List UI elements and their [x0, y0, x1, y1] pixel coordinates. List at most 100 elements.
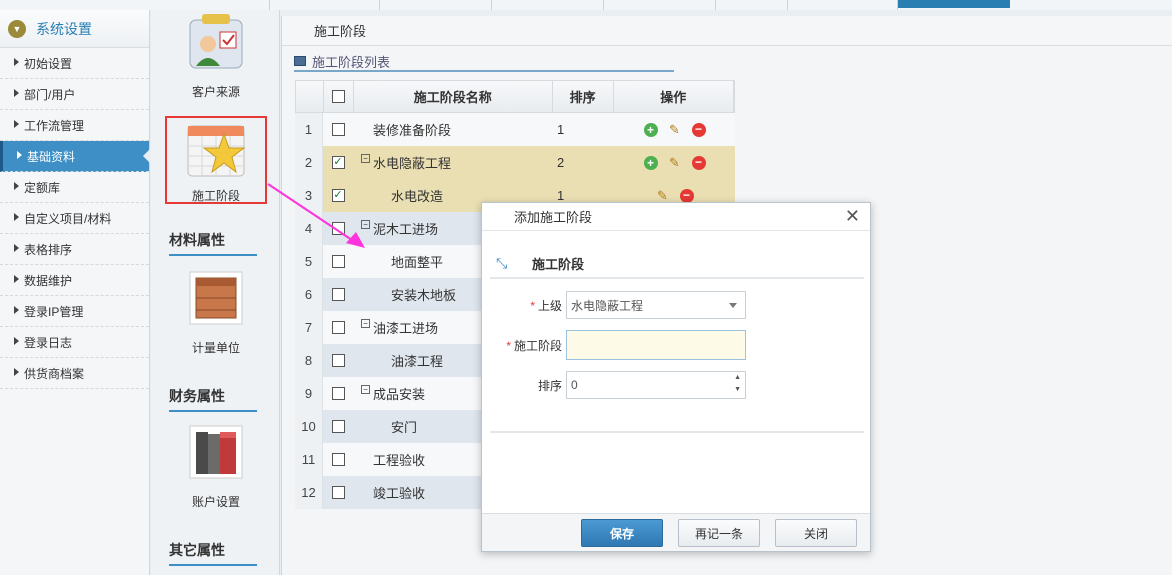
row-name: 地面整平	[391, 255, 444, 270]
sidebar-item-label: 初始设置	[24, 56, 73, 71]
row-checkbox[interactable]: ✓	[331, 156, 345, 169]
caret-right-icon	[14, 275, 19, 283]
row-checkbox[interactable]	[331, 123, 345, 136]
customer-source-item[interactable]: 客户来源	[181, 10, 251, 100]
unit-item[interactable]: 计量单位	[181, 266, 251, 356]
dialog-section: ⤡ 施工阶段	[490, 249, 864, 279]
list-title: 施工阶段列表	[294, 52, 674, 72]
edit-icon[interactable]: ✎	[668, 155, 682, 170]
row-checkbox-cell	[323, 377, 353, 410]
parent-row: * 上级 水电隐蔽工程	[490, 291, 746, 319]
sidebar: ▼ 系统设置 初始设置部门/用户工作流管理基础资料 定额库 自定义项目/材料 表格排序…	[0, 10, 150, 575]
row-checkbox[interactable]	[331, 321, 345, 334]
spin-up-icon[interactable]: ▲	[734, 374, 741, 382]
parent-value: 水电隐蔽工程	[571, 298, 644, 313]
close-icon[interactable]: ✕	[845, 207, 860, 225]
sidebar-item-9[interactable]: 登录日志	[0, 327, 149, 358]
top-tab-3[interactable]	[380, 0, 492, 10]
add-icon[interactable]: +	[643, 155, 658, 170]
sidebar-item-10[interactable]: 供货商档案	[0, 358, 149, 389]
top-tab-5[interactable]	[604, 0, 716, 10]
sidebar-item-1[interactable]: 部门/用户	[0, 79, 149, 110]
dialog-title: 添加施工阶段	[514, 210, 593, 225]
collapse-toggle-icon[interactable]: −	[361, 154, 370, 163]
save-another-button[interactable]: 再记一条	[678, 519, 760, 547]
sidebar-header[interactable]: ▼ 系统设置	[0, 10, 149, 48]
row-checkbox[interactable]	[331, 486, 345, 499]
row-checkbox[interactable]	[331, 420, 345, 433]
top-tab-2[interactable]	[270, 0, 380, 10]
sidebar-item-label: 工作流管理	[24, 118, 85, 133]
caret-right-icon	[14, 368, 19, 376]
save-button[interactable]: 保存	[581, 519, 663, 547]
close-button[interactable]: 关闭	[775, 519, 857, 547]
header-name[interactable]: 施工阶段名称	[354, 81, 553, 112]
top-tab-1[interactable]	[150, 0, 270, 10]
construction-stage-icon	[187, 125, 246, 177]
row-checkbox[interactable]	[331, 288, 345, 301]
caret-right-icon	[14, 120, 19, 128]
spin-down-icon[interactable]: ▼	[734, 386, 741, 394]
sidebar-item-7[interactable]: 数据维护	[0, 265, 149, 296]
delete-icon[interactable]: −	[691, 122, 706, 137]
row-checkbox[interactable]	[331, 387, 345, 400]
main-tab[interactable]: 施工阶段	[282, 16, 1172, 46]
row-checkbox[interactable]: ✓	[331, 189, 345, 202]
caret-right-icon	[14, 58, 19, 66]
top-tab-active[interactable]	[898, 0, 1010, 8]
sidebar-item-3[interactable]: 基础资料	[0, 141, 150, 172]
collapse-toggle-icon[interactable]: −	[361, 385, 370, 394]
dialog-header[interactable]: 添加施工阶段 ✕	[482, 203, 870, 231]
add-icon[interactable]: +	[643, 122, 658, 137]
edit-icon[interactable]: ✎	[656, 188, 670, 203]
sidebar-item-2[interactable]: 工作流管理	[0, 110, 149, 141]
row-checkbox[interactable]	[331, 354, 345, 367]
row-name: 装修准备阶段	[373, 123, 452, 138]
row-name-cell: 装修准备阶段	[353, 113, 553, 146]
collapse-toggle-icon[interactable]: −	[361, 319, 370, 328]
dialog-separator	[490, 431, 864, 433]
stage-row: * 施工阶段	[490, 330, 746, 360]
collapse-toggle-icon[interactable]: −	[361, 220, 370, 229]
top-tab-7[interactable]	[788, 0, 898, 10]
row-number: 6	[295, 278, 323, 311]
stage-input[interactable]	[566, 330, 746, 360]
caret-right-icon	[14, 306, 19, 314]
sidebar-item-label: 数据维护	[24, 273, 73, 288]
books-icon	[189, 425, 243, 479]
table-icon	[294, 56, 306, 66]
grid-header: 施工阶段名称 排序 操作	[295, 80, 735, 113]
top-tab-6[interactable]	[716, 0, 788, 10]
row-checkbox-cell	[323, 113, 353, 146]
table-row[interactable]: 1 装修准备阶段 1 + ✎ −	[295, 113, 735, 146]
parent-select[interactable]: 水电隐蔽工程	[566, 291, 746, 319]
select-all-checkbox[interactable]	[331, 90, 345, 103]
sidebar-item-8[interactable]: 登录IP管理	[0, 296, 149, 327]
header-num	[296, 81, 324, 112]
delete-icon[interactable]: −	[691, 155, 706, 170]
sidebar-item-0[interactable]: 初始设置	[0, 48, 149, 79]
chevron-down-icon[interactable]	[729, 303, 737, 308]
header-ops: 操作	[614, 81, 734, 112]
caret-right-icon	[14, 337, 19, 345]
collapse-icon[interactable]: ▼	[8, 19, 26, 38]
row-name: 水电隐蔽工程	[373, 156, 452, 171]
sort-stepper[interactable]: 0 ▲ ▼	[566, 371, 746, 399]
sidebar-item-6[interactable]: 表格排序	[0, 234, 149, 265]
delete-icon[interactable]: −	[679, 188, 694, 203]
account-item[interactable]: 账户设置	[181, 420, 251, 510]
top-tab-4[interactable]	[492, 0, 604, 10]
row-number: 9	[295, 377, 323, 410]
construction-stage-item[interactable]: 施工阶段	[181, 122, 251, 204]
row-checkbox[interactable]	[331, 453, 345, 466]
header-sort[interactable]: 排序	[553, 81, 614, 112]
sidebar-menu: 初始设置部门/用户工作流管理基础资料 定额库 自定义项目/材料 表格排序数据维护登录I…	[0, 48, 150, 389]
row-checkbox[interactable]	[331, 222, 345, 235]
sidebar-title: 系统设置	[36, 20, 92, 37]
row-checkbox[interactable]	[331, 255, 345, 268]
sidebar-item-4[interactable]: 定额库	[0, 172, 149, 203]
header-checkbox-cell	[324, 81, 354, 112]
sidebar-item-5[interactable]: 自定义项目/材料	[0, 203, 149, 234]
edit-icon[interactable]: ✎	[668, 122, 682, 137]
table-row[interactable]: 2 ✓ − 水电隐蔽工程 2 + ✎ −	[295, 146, 735, 179]
